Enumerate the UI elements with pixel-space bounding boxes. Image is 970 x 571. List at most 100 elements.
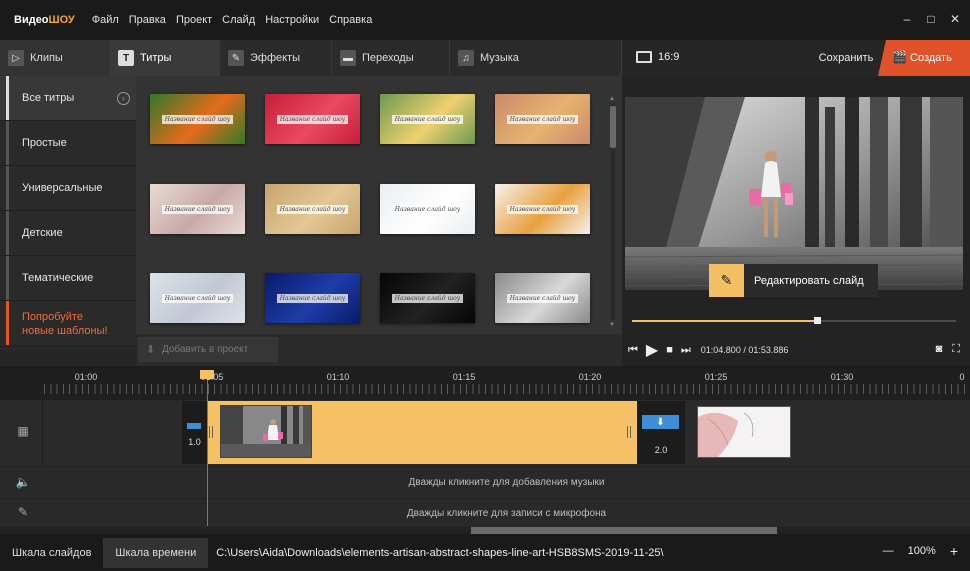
clip-left-handle[interactable] (209, 426, 213, 438)
thumbnail-caption: Название слайд шоу (276, 114, 349, 124)
microphone-track[interactable]: ✎ Дважды кликните для записи с микрофона (0, 499, 970, 527)
progress-knob[interactable] (813, 317, 821, 324)
timeline-scrollbar[interactable] (43, 527, 970, 534)
next-slide-clip[interactable] (697, 406, 791, 458)
promo-new-templates[interactable]: Попробуйте новые шаблоны! (0, 301, 136, 347)
pencil-icon: ✎ (709, 264, 744, 297)
total-time: 01:53.886 (748, 345, 789, 355)
clip-photo (221, 406, 311, 457)
minimize-icon[interactable]: – (902, 12, 912, 26)
category-label: Универсальные (22, 182, 103, 194)
ruler-label: 01:15 (452, 372, 476, 382)
tab-effects[interactable]: ✎ Эффекты (220, 40, 332, 76)
transition-2[interactable]: ⬇ 2.0 (637, 401, 685, 464)
stop-icon[interactable]: ■ (666, 344, 673, 356)
category-simple[interactable]: Простые (0, 121, 136, 166)
fullscreen-icon[interactable]: ⛶ (952, 343, 960, 356)
play-icon[interactable]: ▶ (646, 340, 658, 360)
transition-1[interactable]: 1.0 (182, 401, 207, 464)
speaker-icon: 🔈 (15, 475, 31, 489)
tab-titles[interactable]: T Титры (110, 40, 220, 76)
ruler-label: 01:25 (704, 372, 728, 382)
create-label: Создать (910, 52, 952, 64)
timeline-ruler[interactable]: 01:00 01:05 01:10 01:15 01:20 01:25 01:3… (0, 370, 970, 400)
clip-right-handle[interactable] (627, 426, 631, 438)
promo-line2: новые шаблоны! (22, 324, 108, 337)
add-to-project-button[interactable]: ⬇ Добавить в проект (138, 337, 278, 362)
close-icon[interactable]: ✕ (950, 12, 960, 26)
snapshot-icon[interactable]: ◙ (936, 343, 943, 356)
title-template-thumbnail[interactable]: Название слайд шоу (380, 94, 475, 144)
category-label: Простые (22, 137, 67, 149)
title-template-thumbnail[interactable]: Название слайд шоу (495, 273, 590, 323)
skip-forward-icon[interactable]: ⏭ (681, 344, 691, 357)
transition-duration: 1.0 (188, 437, 201, 447)
next-clip-art (698, 407, 790, 457)
menu-slide[interactable]: Слайд (217, 14, 260, 26)
transition-badge: ⬇ (642, 415, 679, 429)
edit-slide-button[interactable]: ✎ Редактировать слайд (709, 264, 878, 297)
playhead-line (207, 380, 208, 526)
add-bar: ⬇ Добавить в проект (136, 334, 622, 366)
category-all-titles[interactable]: Все титры › (0, 76, 136, 121)
timeline-scroll-handle[interactable] (471, 527, 777, 534)
scrollbar-handle[interactable] (610, 106, 616, 148)
status-bar: Шкала слайдов Шкала времени C:\Users\Aid… (0, 534, 970, 571)
ruler-label: 0 (959, 372, 965, 382)
title-template-thumbnail[interactable]: Название слайд шоу (150, 94, 245, 144)
menu-file[interactable]: Файл (87, 14, 124, 26)
transition-duration: 2.0 (654, 445, 668, 455)
menu-project[interactable]: Проект (171, 14, 217, 26)
zoom-out-icon[interactable]: — (883, 545, 894, 557)
title-template-thumbnail[interactable]: Название слайд шоу (265, 94, 360, 144)
title-template-thumbnail[interactable]: Название слайд шоу (495, 94, 590, 144)
maximize-icon[interactable]: □ (926, 12, 936, 26)
menu-help[interactable]: Справка (324, 14, 377, 26)
category-thematic[interactable]: Тематические (0, 256, 136, 301)
title-template-thumbnail[interactable]: Название слайд шоу (265, 273, 360, 323)
scroll-up-icon[interactable]: ▲ (609, 96, 615, 102)
grid-scrollbar[interactable]: ▲ ▼ (609, 96, 617, 328)
title-template-thumbnail[interactable]: Название слайд шоу (150, 273, 245, 323)
title-template-thumbnail[interactable]: Название слайд шоу (380, 273, 475, 323)
thumbnail-caption: Название слайд шоу (276, 293, 349, 303)
time-readout: 01:04.800 / 01:53.886 (701, 345, 789, 355)
selected-slide-clip[interactable] (207, 401, 637, 464)
save-button[interactable]: Сохранить (814, 40, 878, 76)
wand-icon: ✎ (228, 50, 244, 66)
category-universal[interactable]: Универсальные (0, 166, 136, 211)
clip-thumbnail (220, 405, 312, 458)
aspect-ratio-selector[interactable]: 16:9 (636, 51, 679, 63)
tab-effects-label: Эффекты (250, 52, 301, 64)
create-button[interactable]: 🎬 Создать (878, 40, 970, 76)
tab-transitions[interactable]: ▬ Переходы (332, 40, 450, 76)
player-extra-icons: ◙ ⛶ (936, 343, 960, 356)
menu-edit[interactable]: Правка (124, 14, 171, 26)
title-template-thumbnail[interactable]: Название слайд шоу (265, 184, 360, 234)
title-template-thumbnail[interactable]: Название слайд шоу (495, 184, 590, 234)
ruler-ticks (44, 384, 970, 394)
slide-preview[interactable] (625, 97, 963, 290)
tab-timeline-scale[interactable]: Шкала времени (103, 537, 209, 568)
playhead-handle[interactable] (200, 370, 214, 379)
title-template-thumbnail[interactable]: Название слайд шоу (150, 184, 245, 234)
skip-back-icon[interactable]: ⏮ (628, 344, 638, 357)
title-bar: Видео ШОУ Файл Правка Проект Слайд Настро… (0, 0, 970, 40)
player-controls: ⏮ ▶ ■ ⏭ 01:04.800 / 01:53.886 ◙ ⛶ (628, 340, 964, 360)
chevron-right-icon: › (117, 91, 130, 105)
playback-progress[interactable] (632, 317, 956, 324)
thumbnail-caption: Название слайд шоу (391, 114, 464, 124)
tab-music[interactable]: ♫ Музыка (450, 40, 622, 76)
title-template-thumbnail[interactable]: Название слайд шоу (380, 184, 475, 234)
monitor-icon (636, 51, 652, 63)
zoom-in-icon[interactable]: + (950, 543, 958, 559)
menu-settings[interactable]: Настройки (260, 14, 324, 26)
tab-slide-scale[interactable]: Шкала слайдов (0, 538, 103, 568)
edit-slide-label: Редактировать слайд (754, 274, 864, 287)
text-icon: T (118, 50, 134, 66)
tab-clips[interactable]: ▷ Клипы (0, 40, 110, 76)
scroll-down-icon[interactable]: ▼ (609, 322, 615, 328)
music-track[interactable]: 🔈 Дважды кликните для добавления музыки (0, 467, 970, 498)
thumbnail-caption: Название слайд шоу (391, 293, 464, 303)
category-kids[interactable]: Детские (0, 211, 136, 256)
